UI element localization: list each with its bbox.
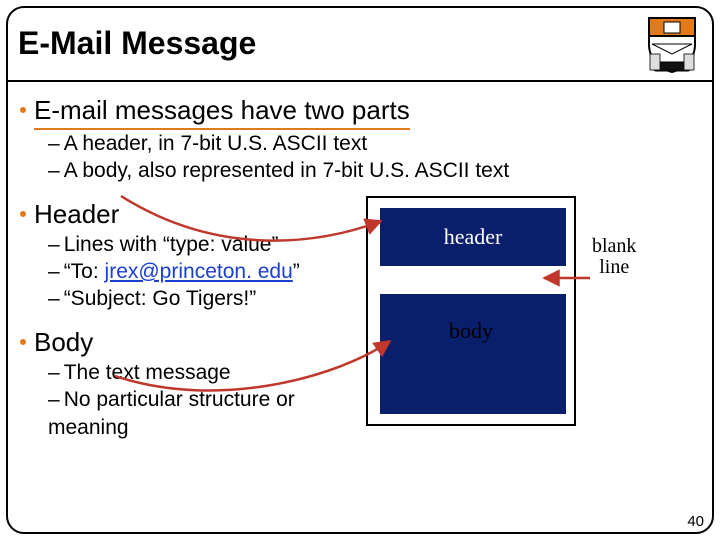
diagram-header-box: header (380, 208, 566, 266)
bullet-1-sub-1-text: A header, in 7-bit U.S. ASCII text (64, 132, 368, 155)
title-divider (8, 80, 712, 82)
princeton-crest-icon (644, 14, 700, 79)
bullet-2-sub-1: –Lines with “type: value” (48, 231, 350, 258)
title-bar: E-Mail Message (6, 6, 714, 80)
bullet-1-sub-2-text: A body, also represented in 7-bit U.S. A… (64, 159, 510, 182)
annotation-blank-line: blank line (592, 236, 636, 278)
bullet-3-sub-2-text: No particular structure or meaning (48, 388, 295, 438)
bullet-3: Body (20, 326, 350, 359)
bullet-2-sub-1-text: Lines with “type: value” (64, 233, 279, 256)
bullet-3-text: Body (34, 326, 93, 359)
bullet-2-sub-2: –“To: jrex@princeton. edu” (48, 258, 350, 285)
slide-title: E-Mail Message (18, 25, 256, 62)
diagram-header-label: header (444, 224, 503, 250)
bullet-1: E-mail messages have two parts (20, 94, 706, 130)
bullet-3-sub-1-text: The text message (64, 361, 231, 384)
bullet-1-label: E-mail messages have two parts (34, 94, 410, 130)
diagram-body-box (380, 294, 566, 414)
bullet-2-text: Header (34, 198, 119, 231)
bullet-2: Header (20, 198, 350, 231)
bullet-dot-icon (20, 107, 26, 113)
email-link[interactable]: jrex@princeton. edu (105, 260, 293, 283)
bullet-3-sub-2: –No particular structure or meaning (48, 386, 308, 441)
bullet-1-sub-1: –A header, in 7-bit U.S. ASCII text (48, 130, 706, 157)
bullet-2-sub-2-suffix: ” (293, 260, 300, 283)
content-area: E-mail messages have two parts –A header… (20, 92, 706, 526)
bullet-2-sub-3-text: “Subject: Go Tigers!” (64, 287, 257, 310)
diagram-body-label: body (368, 318, 574, 344)
bullet-dot-icon (20, 339, 26, 345)
bullet-dot-icon (20, 211, 26, 217)
page-number: 40 (687, 513, 704, 530)
email-diagram: header body (366, 196, 576, 426)
bullet-2-sub-2-prefix: “To: (64, 260, 105, 283)
bullet-1-sub-2: –A body, also represented in 7-bit U.S. … (48, 157, 706, 184)
bullet-1-text: E-mail messages have two parts (34, 94, 410, 130)
bullet-3-sub-1: –The text message (48, 359, 350, 386)
bullet-2-sub-3: –“Subject: Go Tigers!” (48, 285, 350, 312)
